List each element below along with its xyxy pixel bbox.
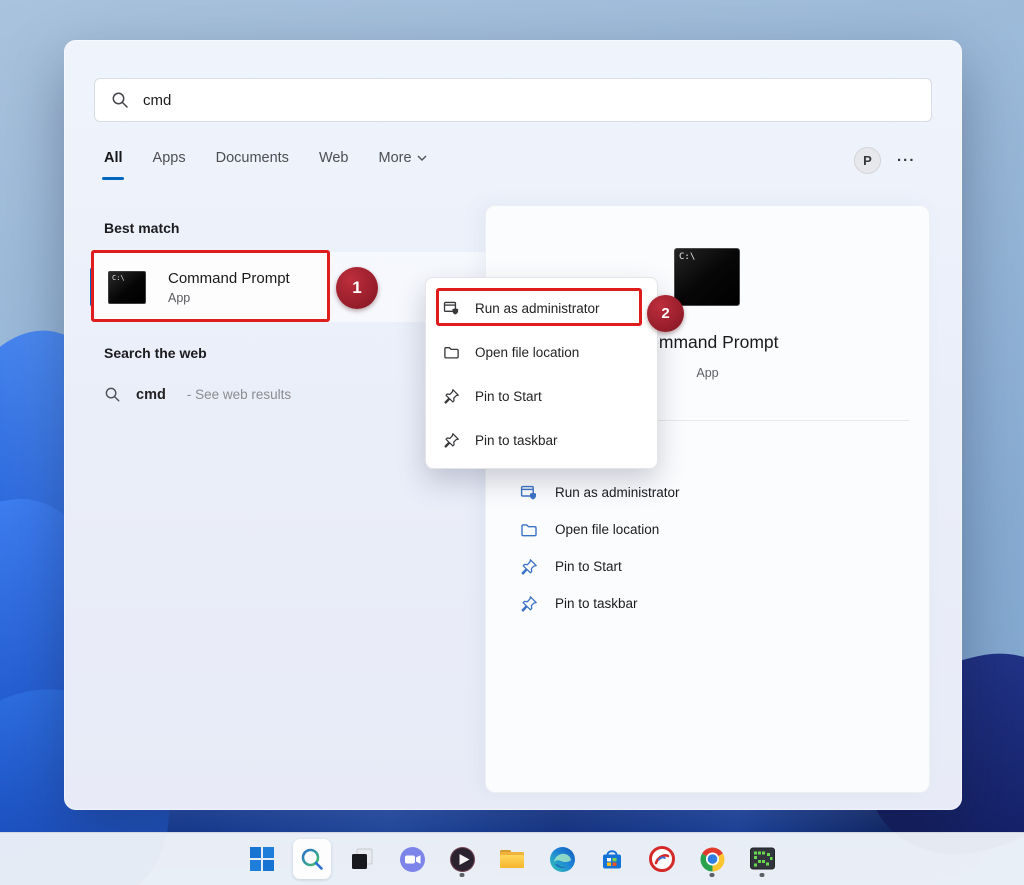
task-view-button[interactable] [343, 839, 381, 879]
folder-icon [443, 344, 460, 361]
store-icon [599, 846, 625, 872]
tab-all[interactable]: All [104, 150, 123, 170]
running-indicator [760, 873, 765, 877]
terminal-green-button[interactable] [743, 839, 781, 879]
tab-more[interactable]: More [379, 150, 427, 170]
tab-more-label: More [379, 150, 412, 166]
desktop: cmd All Apps Documents Web More P ... Be… [0, 0, 1024, 885]
terminal-green-icon [749, 846, 776, 872]
run-as-admin-icon [520, 484, 538, 502]
search-icon [104, 386, 121, 403]
preview-open-file-location[interactable]: Open file location [486, 511, 929, 548]
best-match-header: Best match [104, 220, 179, 236]
command-prompt-icon: C:\ [108, 271, 146, 304]
preview-actions: Run as administrator Open file location … [486, 474, 929, 622]
search-query-text: cmd [143, 92, 171, 109]
menu-pin-to-taskbar[interactable]: Pin to taskbar [426, 418, 657, 462]
pin-icon [520, 595, 538, 613]
menu-item-label: Pin to Start [475, 389, 542, 404]
pin-icon [443, 432, 460, 449]
pin-icon [520, 558, 538, 576]
chevron-down-icon [417, 155, 427, 162]
command-prompt-icon-large: C:\ [674, 248, 740, 306]
edge-icon [549, 846, 576, 873]
menu-open-file-location[interactable]: Open file location [426, 330, 657, 374]
chat-button[interactable] [393, 839, 431, 879]
taskbar [0, 832, 1024, 885]
context-menu: Run as administrator Open file location … [425, 277, 658, 469]
annotation-step-2-badge: 2 [647, 295, 684, 332]
chat-icon [399, 846, 426, 873]
media-player-button[interactable] [443, 839, 481, 879]
result-command-prompt[interactable]: C:\ Command Prompt App [94, 252, 330, 322]
preview-pin-to-start[interactable]: Pin to Start [486, 548, 929, 585]
search-web-header: Search the web [104, 345, 207, 361]
web-result-hint: - See web results [187, 387, 291, 402]
taskbar-search-button[interactable] [293, 839, 331, 879]
search-filter-tabs: All Apps Documents Web More [104, 150, 427, 170]
pin-icon [443, 388, 460, 405]
chrome-button[interactable] [693, 839, 731, 879]
menu-run-as-administrator[interactable]: Run as administrator [426, 286, 657, 330]
start-button[interactable] [243, 839, 281, 879]
red-app-icon [649, 846, 675, 872]
action-label: Pin to Start [555, 559, 622, 574]
menu-item-label: Pin to taskbar [475, 433, 558, 448]
start-icon [249, 846, 275, 872]
store-button[interactable] [593, 839, 631, 879]
search-icon [111, 91, 129, 109]
task-view-icon [349, 846, 375, 872]
chrome-icon [699, 846, 726, 873]
preview-pin-to-taskbar[interactable]: Pin to taskbar [486, 585, 929, 622]
running-indicator [710, 873, 715, 877]
action-label: Run as administrator [555, 485, 680, 500]
profile-avatar[interactable]: P [854, 147, 881, 174]
tab-web[interactable]: Web [319, 150, 349, 170]
action-label: Open file location [555, 522, 659, 537]
run-as-admin-icon [443, 300, 460, 317]
action-label: Pin to taskbar [555, 596, 638, 611]
search-input[interactable]: cmd [94, 78, 932, 122]
search-icon [299, 846, 325, 872]
result-type: App [168, 291, 290, 305]
file-explorer-icon [498, 846, 526, 872]
menu-pin-to-start[interactable]: Pin to Start [426, 374, 657, 418]
running-indicator [460, 873, 465, 877]
file-explorer-button[interactable] [493, 839, 531, 879]
menu-item-label: Open file location [475, 345, 579, 360]
menu-item-label: Run as administrator [475, 301, 600, 316]
web-result-cmd[interactable]: cmd - See web results [104, 386, 291, 403]
media-player-icon [449, 846, 476, 873]
red-app-button[interactable] [643, 839, 681, 879]
result-title: Command Prompt [168, 270, 290, 287]
tab-apps[interactable]: Apps [153, 150, 186, 170]
more-options-button[interactable]: ... [897, 148, 916, 165]
folder-icon [520, 521, 538, 539]
annotation-step-1-badge: 1 [336, 267, 378, 309]
preview-run-as-administrator[interactable]: Run as administrator [486, 474, 929, 511]
web-query-text: cmd [136, 387, 166, 403]
tab-documents[interactable]: Documents [216, 150, 289, 170]
selection-indicator [90, 268, 93, 306]
edge-button[interactable] [543, 839, 581, 879]
